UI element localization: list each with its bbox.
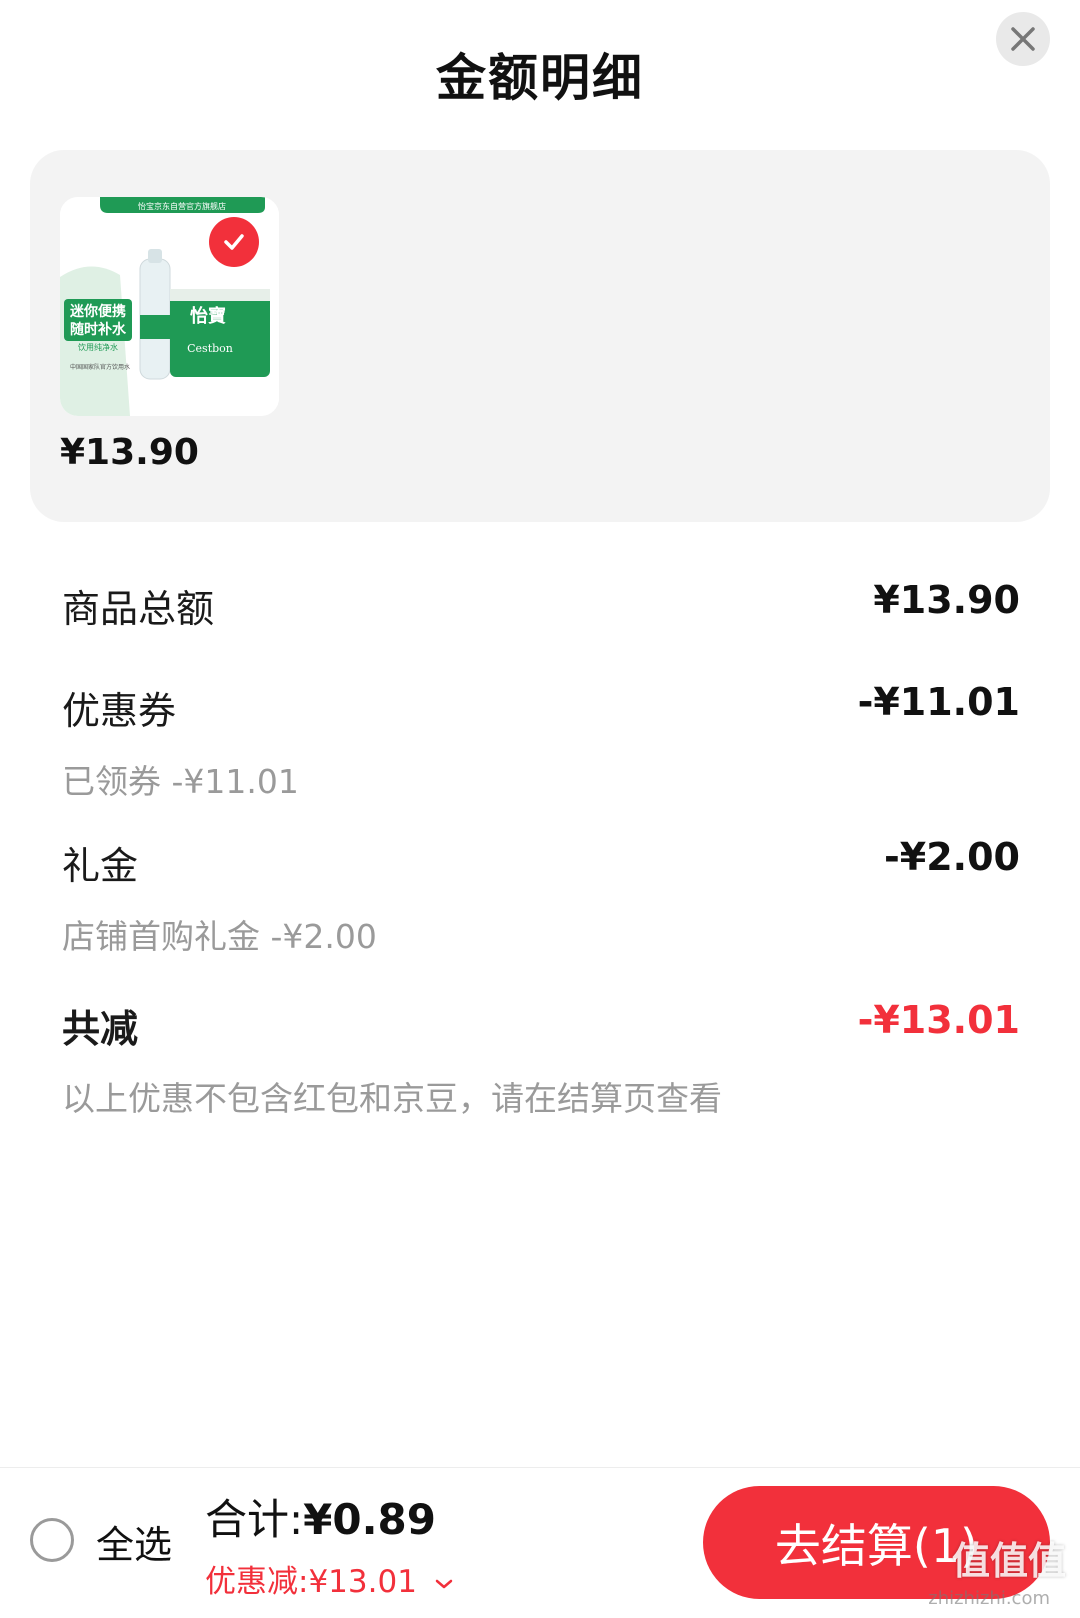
coupon-row: 优惠券 -¥11.01 bbox=[62, 680, 1020, 740]
checkout-bar: 全选 合计:¥0.89 优惠减:¥13.01 去结算(1) bbox=[0, 1467, 1080, 1618]
total-reduce-label: 共减 bbox=[62, 1007, 139, 1051]
page-title: 金额明细 bbox=[436, 49, 644, 107]
watermark-logo: 值值值 bbox=[951, 1539, 1066, 1583]
sum-line: 合计:¥0.89 bbox=[205, 1486, 436, 1547]
goods-total-label: 商品总额 bbox=[62, 587, 215, 631]
footer-text: 中国国家队官方饮用水 bbox=[70, 363, 130, 371]
store-banner-text: 怡宝京东自营官方旗舰店 bbox=[138, 201, 226, 211]
gift-value: -¥2.00 bbox=[884, 835, 1020, 879]
coupon-sub-text: 已领券 -¥11.01 bbox=[62, 762, 299, 801]
sum-value: ¥0.89 bbox=[303, 1495, 437, 1544]
discount-detail-toggle[interactable]: 优惠减:¥13.01 bbox=[205, 1556, 455, 1601]
goods-total-value: ¥13.90 bbox=[873, 578, 1020, 622]
amount-detail-sheet: 金额明细 怡宝京东自营官方旗舰店 迷你便携 随时补水 饮用纯净水 中国国家队官方… bbox=[0, 0, 1080, 1618]
goods-total-row: 商品总额 ¥13.90 bbox=[62, 578, 1020, 638]
coupon-label: 优惠券 bbox=[62, 689, 177, 733]
gift-row: 礼金 -¥2.00 bbox=[62, 835, 1020, 895]
total-reduce-value: -¥13.01 bbox=[857, 998, 1020, 1042]
product-price: ¥13.90 bbox=[60, 432, 199, 473]
gift-label: 礼金 bbox=[62, 844, 139, 888]
slogan-line2: 随时补水 bbox=[70, 321, 127, 338]
total-reduce-row: 共减 -¥13.01 bbox=[62, 998, 1020, 1058]
discount-value: ¥13.01 bbox=[308, 1564, 417, 1600]
close-icon bbox=[1011, 27, 1035, 51]
discount-note: 以上优惠不包含红包和京豆，请在结算页查看 bbox=[62, 1079, 722, 1118]
slogan-line1: 迷你便携 bbox=[69, 303, 126, 320]
product-type-text: 饮用纯净水 bbox=[78, 342, 118, 352]
chevron-down-icon bbox=[435, 1579, 453, 1588]
coupon-value: -¥11.01 bbox=[857, 680, 1020, 724]
select-all-radio[interactable] bbox=[30, 1518, 74, 1562]
gift-sub-text: 店铺首购礼金 -¥2.00 bbox=[62, 917, 377, 956]
watermark-url: zhizhizhi.com bbox=[928, 1588, 1050, 1609]
select-all-label[interactable]: 全选 bbox=[96, 1514, 172, 1569]
close-button[interactable] bbox=[996, 12, 1050, 66]
brand-en-text: Cestbon bbox=[187, 342, 233, 355]
selected-check-badge[interactable] bbox=[209, 217, 259, 267]
brand-text: 怡寶 bbox=[190, 305, 226, 327]
product-card: 怡宝京东自营官方旗舰店 迷你便携 随时补水 饮用纯净水 中国国家队官方饮用水 怡… bbox=[30, 150, 1050, 522]
check-icon bbox=[224, 234, 244, 250]
sum-label: 合计: bbox=[205, 1495, 304, 1544]
discount-label: 优惠减: bbox=[205, 1564, 309, 1600]
product-thumbnail[interactable]: 怡宝京东自营官方旗舰店 迷你便携 随时补水 饮用纯净水 中国国家队官方饮用水 怡… bbox=[60, 197, 279, 416]
